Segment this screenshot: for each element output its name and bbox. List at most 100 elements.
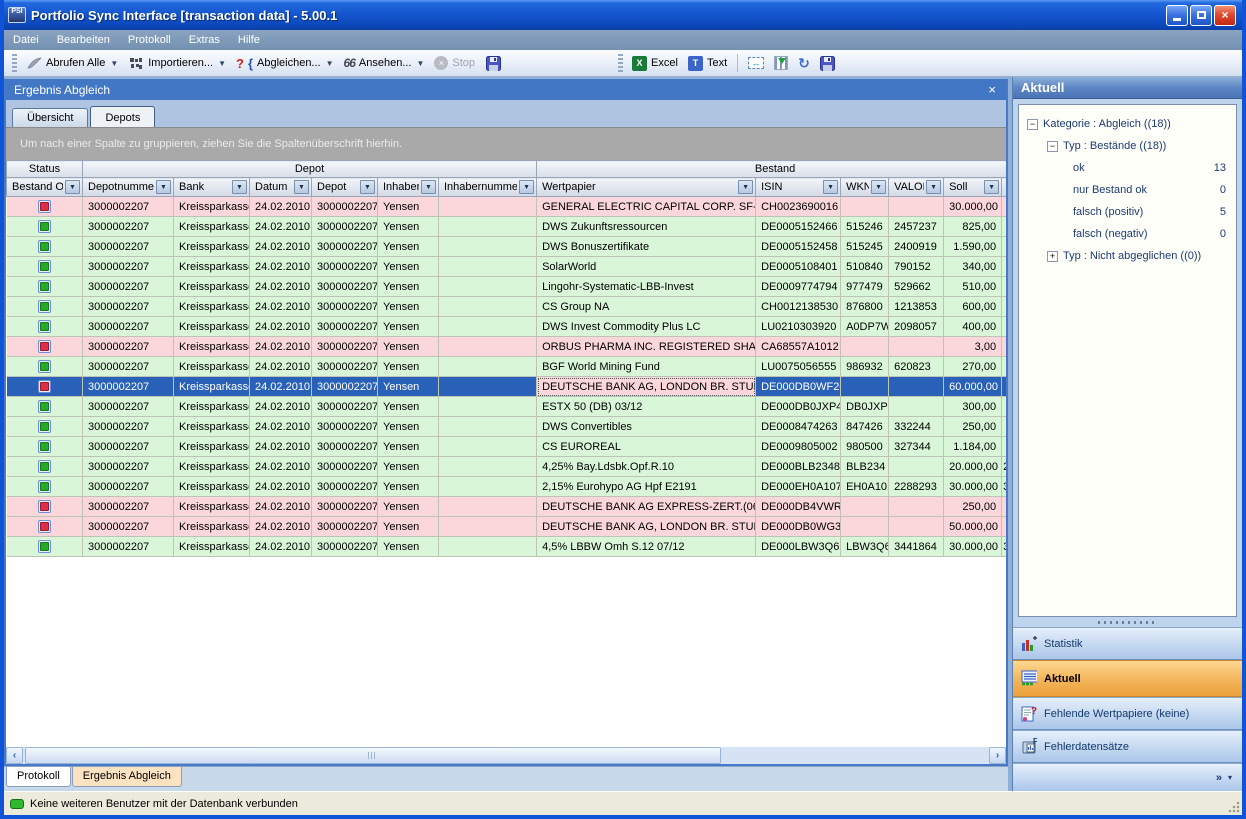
cell-inhaber[interactable]: Yensen — [378, 237, 439, 257]
cell-datum[interactable]: 24.02.2010 — [250, 317, 312, 337]
cell-bank[interactable]: Kreissparkasse — [174, 377, 250, 397]
cell-wertpapier[interactable]: 4,25% Bay.Ldsbk.Opf.R.10 — [537, 457, 756, 477]
scroll-right-icon[interactable]: › — [989, 747, 1006, 764]
collapse-icon[interactable]: − — [1027, 119, 1038, 130]
cell-inhabernummer[interactable] — [439, 237, 537, 257]
filter-dropdown-icon[interactable]: ▼ — [738, 180, 753, 194]
table-row[interactable]: 3000002207Kreissparkasse24.02.2010300000… — [7, 197, 1007, 217]
table-row[interactable]: 3000002207Kreissparkasse24.02.2010300000… — [7, 337, 1007, 357]
cell-depotnummer[interactable]: 3000002207 — [83, 437, 174, 457]
cell-wertpapier[interactable]: DWS Invest Commodity Plus LC — [537, 317, 756, 337]
filter-dropdown-icon[interactable]: ▼ — [926, 180, 941, 194]
cell-inhaber[interactable]: Yensen — [378, 437, 439, 457]
cell-inhaber[interactable]: Yensen — [378, 357, 439, 377]
cell-soll[interactable]: 300,00 — [944, 397, 1002, 417]
cell-depot[interactable]: 3000002207 — [312, 357, 378, 377]
cell-valor[interactable]: 620823 — [889, 357, 944, 377]
cell-datum[interactable]: 24.02.2010 — [250, 537, 312, 557]
cell-bank[interactable]: Kreissparkasse — [174, 317, 250, 337]
cell-ist[interactable]: 2 — [1002, 457, 1006, 477]
cell-wkn[interactable] — [841, 377, 889, 397]
cell-wkn[interactable]: 977479 — [841, 277, 889, 297]
minimize-button[interactable] — [1166, 5, 1188, 26]
cell-status[interactable] — [7, 517, 83, 537]
panel-close-icon[interactable]: × — [986, 82, 998, 97]
cell-status[interactable] — [7, 537, 83, 557]
cell-inhaber[interactable]: Yensen — [378, 297, 439, 317]
cell-depot[interactable]: 3000002207 — [312, 477, 378, 497]
cell-depotnummer[interactable]: 3000002207 — [83, 257, 174, 277]
cell-ist[interactable] — [1002, 297, 1006, 317]
cell-datum[interactable]: 24.02.2010 — [250, 197, 312, 217]
cell-isin[interactable]: CH0023690016 — [756, 197, 841, 217]
cell-depot[interactable]: 3000002207 — [312, 317, 378, 337]
cell-isin[interactable]: DE000LBW3Q69 — [756, 537, 841, 557]
cell-bank[interactable]: Kreissparkasse — [174, 217, 250, 237]
cell-wertpapier[interactable]: 2,15% Eurohypo AG Hpf E2191 — [537, 477, 756, 497]
cell-depot[interactable]: 3000002207 — [312, 417, 378, 437]
cell-inhabernummer[interactable] — [439, 317, 537, 337]
cell-depotnummer[interactable]: 3000002207 — [83, 537, 174, 557]
cell-inhaber[interactable]: Yensen — [378, 457, 439, 477]
cell-wkn[interactable]: 986932 — [841, 357, 889, 377]
cell-inhabernummer[interactable] — [439, 397, 537, 417]
cell-datum[interactable]: 24.02.2010 — [250, 237, 312, 257]
cell-isin[interactable]: LU0210303920 — [756, 317, 841, 337]
cell-ist[interactable] — [1002, 397, 1006, 417]
cell-depotnummer[interactable]: 3000002207 — [83, 477, 174, 497]
cell-wertpapier[interactable]: 4,5% LBBW Omh S.12 07/12 — [537, 537, 756, 557]
cell-bank[interactable]: Kreissparkasse — [174, 297, 250, 317]
horizontal-scrollbar[interactable]: ‹ › — [6, 747, 1006, 764]
cell-wertpapier[interactable]: CS EUROREAL — [537, 437, 756, 457]
cell-valor[interactable]: 529662 — [889, 277, 944, 297]
tree-leaf-falsch-negativ[interactable]: falsch (negativ) 0 — [1025, 223, 1230, 245]
cell-valor[interactable]: 2098057 — [889, 317, 944, 337]
cell-isin[interactable]: DE0005152466 — [756, 217, 841, 237]
cell-inhaber[interactable]: Yensen — [378, 197, 439, 217]
cell-bank[interactable]: Kreissparkasse — [174, 197, 250, 217]
table-row[interactable]: 3000002207Kreissparkasse24.02.2010300000… — [7, 277, 1007, 297]
cell-bank[interactable]: Kreissparkasse — [174, 457, 250, 477]
tab-protokoll[interactable]: Protokoll — [6, 767, 71, 787]
cell-depotnummer[interactable]: 3000002207 — [83, 217, 174, 237]
cell-status[interactable] — [7, 337, 83, 357]
nav-fehlende-wertpapiere[interactable]: ? Fehlende Wertpapiere (keine) — [1013, 697, 1242, 730]
table-row[interactable]: 3000002207Kreissparkasse24.02.2010300000… — [7, 517, 1007, 537]
filter-dropdown-icon[interactable]: ▼ — [984, 180, 999, 194]
filter-dropdown-icon[interactable]: ▼ — [294, 180, 309, 194]
tree-node-typ-bestaende[interactable]: − Typ : Bestände ((18)) — [1025, 135, 1230, 157]
cell-wertpapier[interactable]: SolarWorld — [537, 257, 756, 277]
cell-soll[interactable]: 20.000,00 — [944, 457, 1002, 477]
column-header-inhaber[interactable]: Inhaber▼ — [378, 178, 439, 197]
cell-inhabernummer[interactable] — [439, 197, 537, 217]
cell-isin[interactable]: DE0009774794 — [756, 277, 841, 297]
cell-inhabernummer[interactable] — [439, 377, 537, 397]
resize-grip-icon[interactable] — [1228, 801, 1240, 813]
cell-wertpapier[interactable]: DEUTSCHE BANK AG, LONDON BR. STUFZ. — [537, 517, 756, 537]
cell-soll[interactable]: 50.000,00 — [944, 517, 1002, 537]
table-row[interactable]: 3000002207Kreissparkasse24.02.2010300000… — [7, 217, 1007, 237]
cell-inhaber[interactable]: Yensen — [378, 277, 439, 297]
column-filter-button[interactable] — [769, 54, 793, 72]
cell-valor[interactable]: 2288293 — [889, 477, 944, 497]
cell-wkn[interactable]: 980500 — [841, 437, 889, 457]
cell-wkn[interactable]: LBW3Q6 — [841, 537, 889, 557]
cell-ist[interactable] — [1002, 377, 1006, 397]
cell-bank[interactable]: Kreissparkasse — [174, 397, 250, 417]
cell-inhabernummer[interactable] — [439, 417, 537, 437]
cell-depotnummer[interactable]: 3000002207 — [83, 297, 174, 317]
cell-inhaber[interactable]: Yensen — [378, 257, 439, 277]
cell-datum[interactable]: 24.02.2010 — [250, 277, 312, 297]
cell-ist[interactable] — [1002, 237, 1006, 257]
cell-depot[interactable]: 3000002207 — [312, 197, 378, 217]
ansehen-button[interactable]: 66 Ansehen... ▼ — [339, 54, 430, 72]
menu-bearbeiten[interactable]: Bearbeiten — [48, 32, 119, 48]
cell-wertpapier[interactable]: BGF World Mining Fund — [537, 357, 756, 377]
nav-statistik[interactable]: Statistik — [1013, 627, 1242, 660]
nav-fehlerdatensaetze[interactable]: F Fehlerdatensätze — [1013, 730, 1242, 763]
cell-inhabernummer[interactable] — [439, 337, 537, 357]
cell-wkn[interactable]: 515245 — [841, 237, 889, 257]
table-row[interactable]: 3000002207Kreissparkasse24.02.2010300000… — [7, 397, 1007, 417]
cell-valor[interactable]: 1213853 — [889, 297, 944, 317]
cell-inhaber[interactable]: Yensen — [378, 217, 439, 237]
